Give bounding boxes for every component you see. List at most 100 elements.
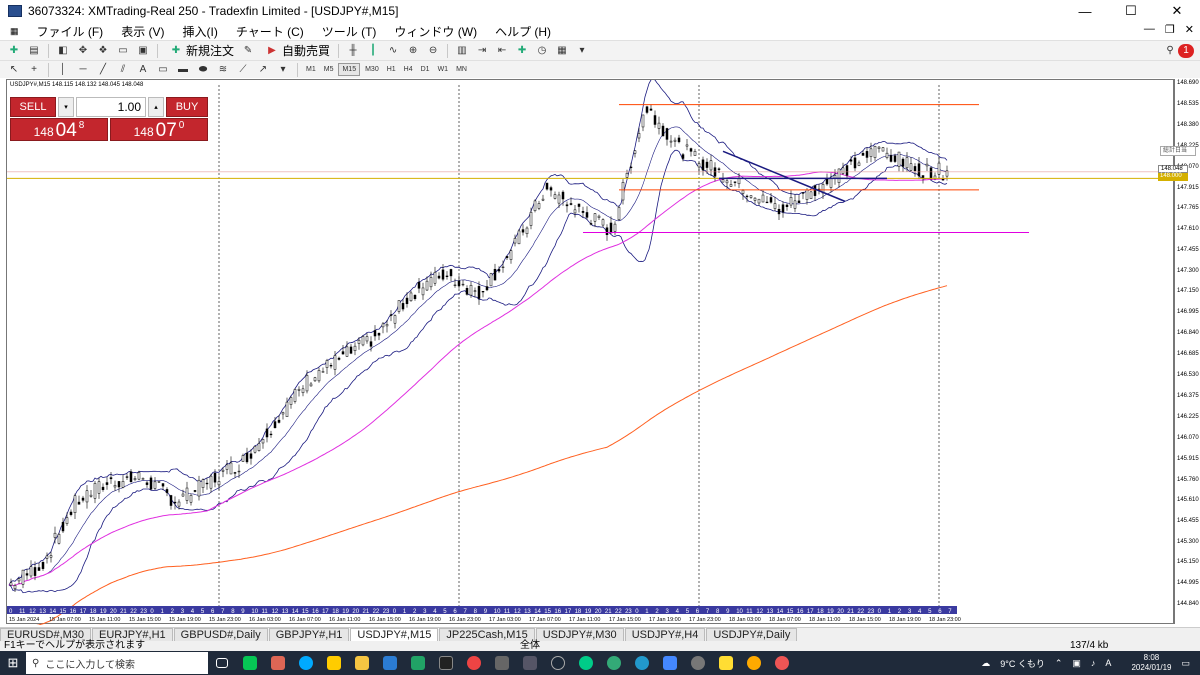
line-icon[interactable]: [238, 653, 262, 673]
tab-gbpjpy-h1[interactable]: GBPJPY#,H1: [268, 628, 350, 641]
channel-icon[interactable]: ⫽: [115, 63, 131, 77]
zoom-out-icon[interactable]: ⊖: [425, 44, 441, 58]
trendline-icon[interactable]: ╱: [95, 63, 111, 77]
green-app-icon[interactable]: [602, 653, 626, 673]
tf-mn[interactable]: MN: [453, 64, 470, 75]
tray-expand-icon[interactable]: ⌃: [1055, 658, 1063, 669]
tab-gbpusd-daily[interactable]: GBPUSD#,Daily: [173, 628, 268, 641]
globe-icon[interactable]: [630, 653, 654, 673]
periods-icon[interactable]: ◷: [534, 44, 550, 58]
tf-m30[interactable]: M30: [362, 64, 382, 75]
minimize-button[interactable]: —: [1062, 0, 1108, 22]
templates-dropdown-icon[interactable]: ▾: [574, 44, 590, 58]
notification-icon[interactable]: 1: [1178, 43, 1194, 58]
settings-icon[interactable]: [686, 653, 710, 673]
price-axis[interactable]: 148.690148.535148.380148.225148.070147.9…: [1174, 79, 1200, 624]
restore-chart-icon[interactable]: ❐: [1165, 23, 1175, 36]
tf-m5[interactable]: M5: [321, 64, 337, 75]
chrome-profile-icon[interactable]: [770, 653, 794, 673]
menu-file[interactable]: ファイル (F): [28, 23, 113, 40]
vertical-line-icon[interactable]: │: [55, 63, 71, 77]
tf-m15[interactable]: M15: [338, 63, 361, 76]
navigator-icon[interactable]: ❖: [95, 44, 111, 58]
chart-canvas[interactable]: 0 11 12 13 14 15 16 17 18 19 20 21 22 23 0 1 2 3 4 5 6 7 8 9 10 1…: [7, 80, 1175, 625]
weather-text[interactable]: 9°C くもり: [1000, 657, 1045, 670]
chart-shift-icon[interactable]: ⇥: [474, 44, 490, 58]
tile-windows-icon[interactable]: ▥: [454, 44, 470, 58]
spreadsheet-icon[interactable]: [406, 653, 430, 673]
tf-d1[interactable]: D1: [418, 64, 433, 75]
tf-h1[interactable]: H1: [384, 64, 399, 75]
market-watch-icon[interactable]: ◧: [55, 44, 71, 58]
lot-decrease-button[interactable]: ▾: [58, 97, 74, 117]
network-icon[interactable]: ▣: [1072, 658, 1081, 669]
mt4-icon[interactable]: ▦: [0, 26, 28, 37]
volume-icon[interactable]: ♪: [1091, 658, 1096, 668]
templates-icon[interactable]: ▦: [554, 44, 570, 58]
menu-chart[interactable]: チャート (C): [227, 23, 313, 40]
text-icon[interactable]: A: [135, 63, 151, 77]
tab-usdjpy-daily[interactable]: USDJPY#,Daily: [706, 628, 798, 641]
weather-app-icon[interactable]: [742, 653, 766, 673]
menu-window[interactable]: ウィンドウ (W): [385, 23, 486, 40]
candlestick-icon[interactable]: ┃: [365, 44, 381, 58]
steam-icon[interactable]: [546, 653, 570, 673]
lot-size-input[interactable]: 1.00: [76, 97, 146, 117]
auto-trading-button[interactable]: ▶ 自動売買: [258, 43, 334, 59]
files-icon[interactable]: [266, 653, 290, 673]
notification-center-icon[interactable]: ▭: [1181, 658, 1190, 669]
clock[interactable]: 8:08 2024/01/19: [1131, 653, 1171, 673]
mail-icon[interactable]: [490, 653, 514, 673]
new-chart-icon[interactable]: ✚: [6, 44, 22, 58]
arrow-icon[interactable]: ↗: [255, 63, 271, 77]
skype-icon[interactable]: [294, 653, 318, 673]
tf-m1[interactable]: M1: [303, 64, 319, 75]
indicators-icon[interactable]: ✚: [514, 44, 530, 58]
sticky-notes-icon[interactable]: [714, 653, 738, 673]
close-chart-icon[interactable]: ✕: [1185, 23, 1194, 36]
gann-icon[interactable]: ⟋: [235, 63, 251, 77]
menu-help[interactable]: ヘルプ (H): [486, 23, 560, 40]
vpn-icon[interactable]: [658, 653, 682, 673]
price-chart[interactable]: 0 11 12 13 14 15 16 17 18 19 20 21 22 23 0 1 2 3 4 5 6 7 8 9 10 1…: [6, 79, 1175, 625]
close-button[interactable]: ✕: [1154, 0, 1200, 22]
word-icon[interactable]: [378, 653, 402, 673]
norton-icon[interactable]: [322, 653, 346, 673]
taskbar-search[interactable]: ⚲ ここに入力して検索: [26, 652, 208, 674]
horizontal-line-icon[interactable]: ─: [75, 63, 91, 77]
task-view-icon[interactable]: [210, 653, 234, 673]
terminal-icon[interactable]: ▭: [115, 44, 131, 58]
xm-app-icon[interactable]: [434, 653, 458, 673]
buy-price[interactable]: 148 07 0: [110, 118, 208, 141]
lot-increase-button[interactable]: ▴: [148, 97, 164, 117]
tab-usdjpy-m30[interactable]: USDJPY#,M30: [535, 628, 624, 641]
rectangle-icon[interactable]: ▬: [175, 63, 191, 77]
search-icon[interactable]: ⚲: [1162, 44, 1178, 58]
sell-button[interactable]: SELL: [10, 97, 56, 117]
maximize-button[interactable]: ☐: [1108, 0, 1154, 22]
autoscroll-icon[interactable]: ⇤: [494, 44, 510, 58]
windows-start-icon[interactable]: ⊞: [0, 651, 26, 675]
buy-button[interactable]: BUY: [166, 97, 208, 117]
bar-chart-icon[interactable]: ╫: [345, 44, 361, 58]
menu-insert[interactable]: 挿入(I): [174, 23, 227, 40]
ellipse-icon[interactable]: ⬬: [195, 63, 211, 77]
tf-w1[interactable]: W1: [435, 64, 452, 75]
cursor-icon[interactable]: ↖: [6, 63, 22, 77]
kindle-icon[interactable]: [518, 653, 542, 673]
zoom-in-icon[interactable]: ⊕: [405, 44, 421, 58]
tf-h4[interactable]: H4: [401, 64, 416, 75]
explorer-icon[interactable]: [350, 653, 374, 673]
drawing-dropdown-icon[interactable]: ▾: [275, 63, 291, 77]
menu-view[interactable]: 表示 (V): [112, 23, 173, 40]
fibonacci-icon[interactable]: ≋: [215, 63, 231, 77]
menu-tools[interactable]: ツール (T): [313, 23, 386, 40]
tab-usdjpy-m15[interactable]: USDJPY#,M15: [350, 628, 439, 641]
meta-editor-icon[interactable]: ✎: [240, 44, 256, 58]
label-icon[interactable]: ▭: [155, 63, 171, 77]
chrome-icon[interactable]: [462, 653, 486, 673]
crosshair-icon[interactable]: +: [26, 63, 42, 77]
minimize-chart-icon[interactable]: —: [1144, 23, 1155, 36]
tester-icon[interactable]: ▣: [135, 44, 151, 58]
line-chart-icon[interactable]: ∿: [385, 44, 401, 58]
